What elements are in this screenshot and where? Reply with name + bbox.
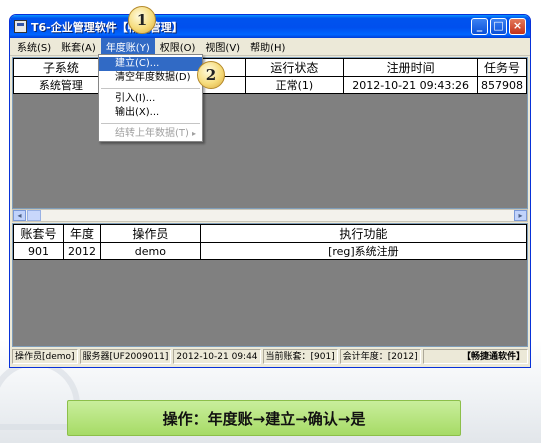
status-fiscal-year: 会计年度：[2012] bbox=[339, 349, 421, 364]
scroll-thumb[interactable] bbox=[27, 210, 41, 221]
table-row[interactable]: 系统管理 正常(1) 2012-10-21 09:43:26 857908 bbox=[13, 76, 528, 94]
fiscal-year-dropdown: 建立(C)... 清空年度数据(D) 引入(I)... 输出(X)... 结转上… bbox=[98, 54, 203, 142]
subsystem-pane: 子系统 站点 运行状态 注册时间 任务号 系统管理 正常(1) 2012-10-… bbox=[12, 57, 528, 209]
column-header[interactable]: 子系统 bbox=[13, 58, 109, 77]
cell-operator: demo bbox=[99, 242, 201, 260]
status-brand: 【畅捷通软件】 bbox=[422, 349, 528, 364]
log-pane: 账套号 年度 操作员 执行功能 901 2012 demo [reg]系统注册 bbox=[12, 223, 528, 347]
cell-year: 2012 bbox=[62, 242, 101, 260]
menu-item-export[interactable]: 输出(X)... bbox=[99, 106, 202, 120]
menu-item-carry-forward: 结转上年数据(T) ▸ bbox=[99, 127, 202, 141]
app-icon bbox=[14, 20, 27, 33]
cell-register-time: 2012-10-21 09:43:26 bbox=[343, 76, 478, 94]
status-bar: 操作员[demo] 服务器[UF2009011] 2012-10-21 09:4… bbox=[12, 348, 528, 365]
menu-bar: 系统(S) 账套(A) 年度账(Y) 权限(O) 视图(V) 帮助(H) bbox=[10, 38, 530, 56]
cell-function: [reg]系统注册 bbox=[199, 242, 528, 260]
cell-subsystem: 系统管理 bbox=[13, 76, 109, 94]
menu-system[interactable]: 系统(S) bbox=[12, 38, 56, 55]
close-button[interactable]: × bbox=[509, 18, 526, 35]
menu-separator bbox=[101, 88, 200, 89]
app-window: T6-企业管理软件【畅捷管理】 _ □ × 系统(S) 账套(A) 年度账(Y)… bbox=[9, 14, 531, 368]
column-header[interactable]: 任务号 bbox=[476, 58, 528, 77]
cell-account-set-id: 901 bbox=[13, 242, 64, 260]
menu-help[interactable]: 帮助(H) bbox=[245, 38, 290, 55]
menu-item-carry-forward-label: 结转上年数据(T) bbox=[115, 128, 189, 139]
column-header[interactable]: 执行功能 bbox=[199, 224, 528, 243]
instruction-caption: 操作：年度账→建立→确认→是 bbox=[67, 400, 461, 436]
status-server: 服务器[UF2009011] bbox=[79, 349, 172, 364]
menu-view[interactable]: 视图(V) bbox=[200, 38, 245, 55]
menu-item-clear-year-data[interactable]: 清空年度数据(D) bbox=[99, 71, 202, 85]
status-operator: 操作员[demo] bbox=[12, 349, 78, 364]
menu-fiscal-year[interactable]: 年度账(Y) bbox=[100, 38, 155, 55]
menu-account-set[interactable]: 账套(A) bbox=[56, 38, 101, 55]
table-row[interactable]: 901 2012 demo [reg]系统注册 bbox=[13, 242, 528, 260]
menu-separator bbox=[101, 123, 200, 124]
title-bar[interactable]: T6-企业管理软件【畅捷管理】 _ □ × bbox=[10, 15, 530, 38]
table-header-row: 账套号 年度 操作员 执行功能 bbox=[13, 224, 528, 243]
status-account-set: 当前账套：[901] bbox=[262, 349, 338, 364]
menu-item-create[interactable]: 建立(C)... bbox=[99, 57, 202, 71]
column-header[interactable]: 年度 bbox=[62, 224, 101, 243]
horizontal-scrollbar[interactable]: ◂ ▸ bbox=[12, 209, 528, 222]
scroll-left-icon[interactable]: ◂ bbox=[13, 210, 26, 221]
menu-permission[interactable]: 权限(O) bbox=[155, 38, 201, 55]
cell-status: 正常(1) bbox=[244, 76, 345, 94]
column-header[interactable]: 运行状态 bbox=[244, 58, 345, 77]
step-callout-1: 1 bbox=[128, 6, 156, 34]
column-header[interactable]: 操作员 bbox=[99, 224, 201, 243]
status-datetime: 2012-10-21 09:44 bbox=[173, 349, 261, 364]
maximize-button[interactable]: □ bbox=[490, 18, 507, 35]
window-title: T6-企业管理软件【畅捷管理】 bbox=[31, 20, 183, 34]
column-header[interactable]: 注册时间 bbox=[343, 58, 478, 77]
step-callout-2: 2 bbox=[197, 61, 225, 89]
cell-task-id: 857908 bbox=[476, 76, 528, 94]
minimize-button[interactable]: _ bbox=[471, 18, 488, 35]
column-header[interactable]: 账套号 bbox=[13, 224, 64, 243]
log-table: 账套号 年度 操作员 执行功能 901 2012 demo [reg]系统注册 bbox=[13, 224, 528, 260]
scroll-right-icon[interactable]: ▸ bbox=[514, 210, 527, 221]
submenu-arrow-icon: ▸ bbox=[191, 129, 196, 138]
subsystem-table: 子系统 站点 运行状态 注册时间 任务号 系统管理 正常(1) 2012-10-… bbox=[13, 58, 528, 94]
menu-item-import[interactable]: 引入(I)... bbox=[99, 92, 202, 106]
table-header-row: 子系统 站点 运行状态 注册时间 任务号 bbox=[13, 58, 528, 77]
